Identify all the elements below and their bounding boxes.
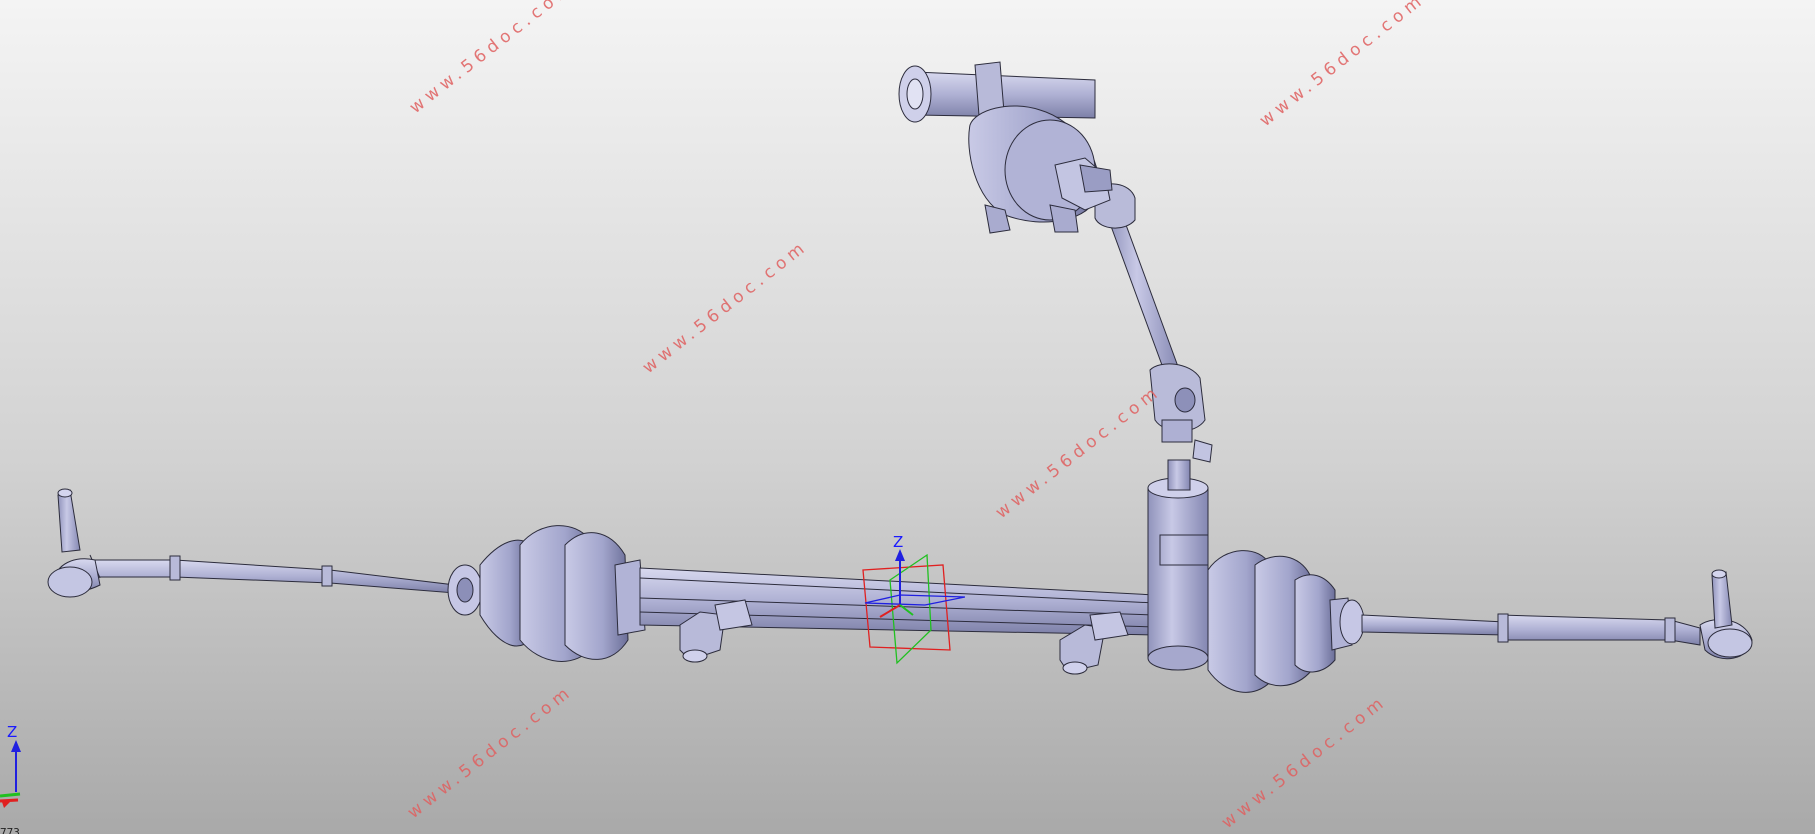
corner-label: 773 bbox=[0, 826, 20, 834]
eps-motor-assembly[interactable] bbox=[898, 61, 1113, 234]
right-tie-rod[interactable] bbox=[1361, 569, 1753, 660]
compass-manipulator[interactable]: Z bbox=[855, 535, 965, 670]
left-bellows-boot[interactable] bbox=[447, 525, 646, 662]
steering-assembly-model[interactable] bbox=[0, 0, 1815, 834]
triad-z-label: Z bbox=[7, 723, 17, 741]
axis-triad: Z bbox=[0, 723, 21, 808]
right-bellows-boot[interactable] bbox=[1207, 550, 1365, 693]
left-tie-rod[interactable] bbox=[47, 488, 456, 598]
3d-viewport[interactable]: Z Z www.56doc.com www.56doc.com www.56do… bbox=[0, 0, 1815, 834]
pinion-housing[interactable] bbox=[1147, 459, 1209, 671]
compass-z-label: Z bbox=[893, 535, 903, 551]
